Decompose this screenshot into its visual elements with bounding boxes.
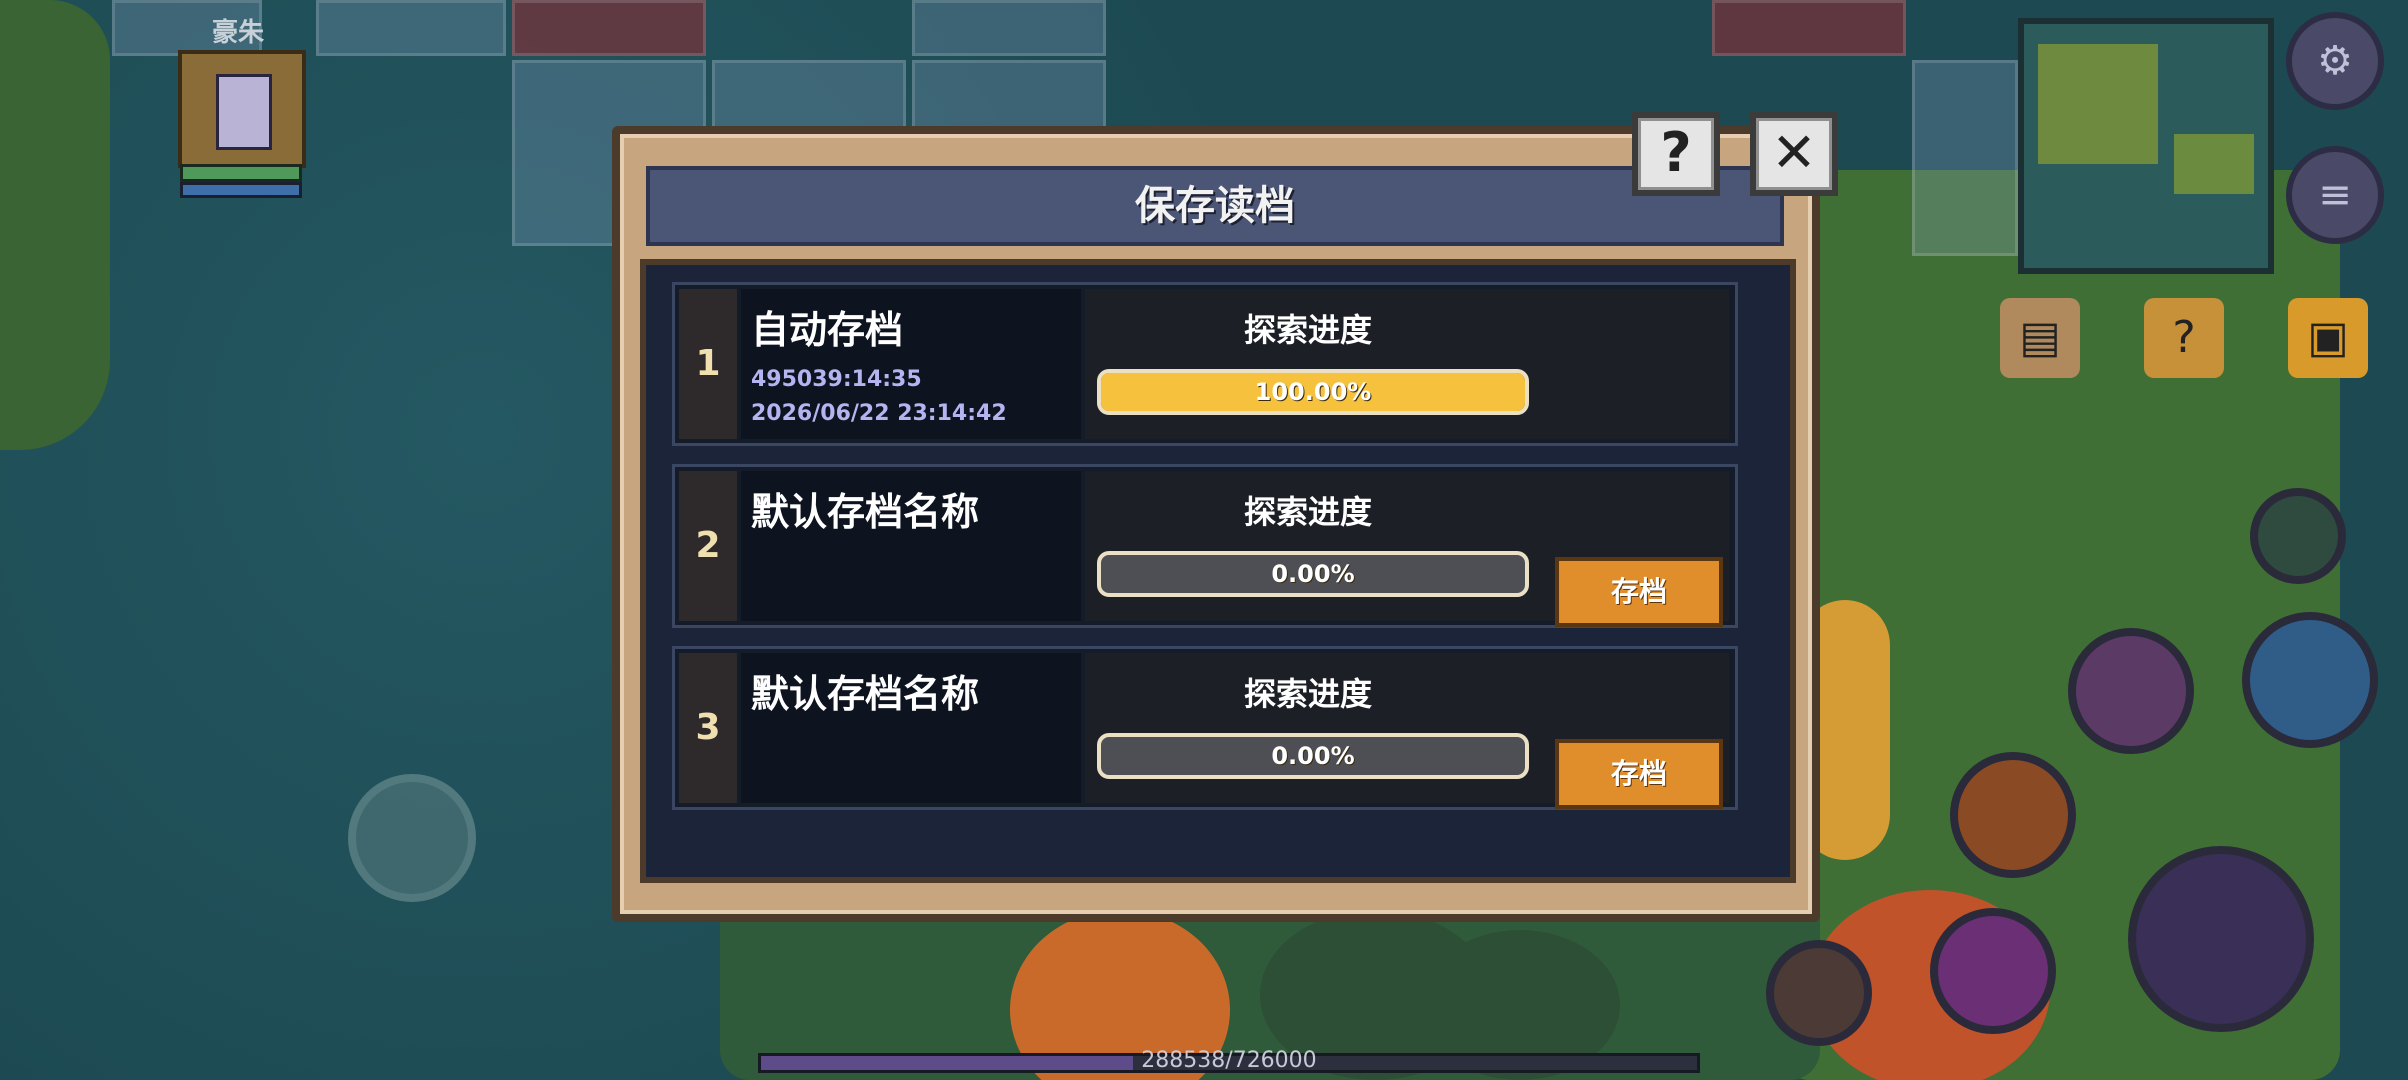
save-slot-2[interactable]: 2 默认存档名称 探索进度 0.00% 存档 <box>672 464 1738 628</box>
tile <box>912 60 1106 136</box>
dialog-title: 保存读档 <box>1135 183 1295 229</box>
progress-text: 0.00% <box>1271 742 1355 770</box>
progress-text: 100.00% <box>1254 378 1372 406</box>
grass-island <box>0 0 110 450</box>
progress-bar: 100.00% <box>1097 369 1529 415</box>
minimap-land <box>2038 44 2158 164</box>
slot-progress-area: 探索进度 0.00% 存档 <box>1085 471 1729 627</box>
experience-text: 288538/726000 <box>1141 1048 1317 1073</box>
help-button[interactable]: ? <box>1632 112 1720 196</box>
slot-info: 默认存档名称 <box>741 653 1081 803</box>
slot-date: 2026/06/22 23:14:42 <box>751 401 1007 426</box>
slot-playtime: 495039:14:35 <box>751 367 922 392</box>
potion-icon[interactable] <box>1766 940 1872 1046</box>
tile <box>1712 0 1906 56</box>
minimap[interactable] <box>2018 18 2274 274</box>
skill-icon[interactable] <box>1950 752 2076 878</box>
progress-label: 探索进度 <box>1243 311 1372 349</box>
tile <box>512 0 706 56</box>
slot-number: 3 <box>679 653 737 803</box>
save-slot-3[interactable]: 3 默认存档名称 探索进度 0.00% 存档 <box>672 646 1738 810</box>
dialog-title-bar: 保存读档 <box>646 166 1784 246</box>
progress-bar: 0.00% <box>1097 551 1529 597</box>
experience-bar: 288538/726000 <box>758 1048 1700 1073</box>
progress-text: 0.00% <box>1271 560 1355 588</box>
attack-button[interactable] <box>2128 846 2314 1032</box>
slot-name: 自动存档 <box>751 308 904 352</box>
player-hp-bar <box>180 164 302 182</box>
slot-progress-area: 探索进度 100.00% <box>1085 289 1729 439</box>
slot-info: 自动存档 495039:14:35 2026/06/22 23:14:42 <box>741 289 1081 439</box>
log-icon[interactable]: ≡ <box>2286 146 2384 244</box>
map-scroll-icon[interactable]: ▤ <box>2000 298 2080 378</box>
player-frame <box>178 50 306 168</box>
player-card[interactable]: 豪朱 <box>158 12 318 198</box>
chest-icon[interactable]: ▣ <box>2288 298 2368 378</box>
save-button[interactable]: 存档 <box>1555 739 1723 809</box>
save-slot-1[interactable]: 1 自动存档 495039:14:35 2026/06/22 23:14:42 … <box>672 282 1738 446</box>
slot-number: 2 <box>679 471 737 621</box>
skill-icon[interactable] <box>2250 488 2346 584</box>
player-mp-bar <box>180 182 302 198</box>
settings-icon[interactable]: ⚙ <box>2286 12 2384 110</box>
player-portrait <box>216 74 272 150</box>
player-name: 豪朱 <box>211 18 264 48</box>
close-button[interactable]: ✕ <box>1750 112 1838 196</box>
skill-icon[interactable] <box>2242 612 2378 748</box>
progress-label: 探索进度 <box>1243 493 1372 531</box>
slot-number: 1 <box>679 289 737 439</box>
minimap-land <box>2174 134 2254 194</box>
tile <box>912 0 1106 56</box>
slot-info: 默认存档名称 <box>741 471 1081 621</box>
slot-name: 默认存档名称 <box>751 672 980 716</box>
tile <box>1912 60 2018 256</box>
progress-label: 探索进度 <box>1243 675 1372 713</box>
slot-progress-area: 探索进度 0.00% 存档 <box>1085 653 1729 809</box>
progress-bar: 0.00% <box>1097 733 1529 779</box>
skill-icon[interactable] <box>2068 628 2194 754</box>
tile <box>712 60 906 136</box>
quest-icon[interactable]: ? <box>2144 298 2224 378</box>
skill-icon[interactable] <box>1930 908 2056 1034</box>
virtual-joystick[interactable] <box>348 774 476 902</box>
tile <box>316 0 506 56</box>
save-button[interactable]: 存档 <box>1555 557 1723 627</box>
slot-name: 默认存档名称 <box>751 490 980 534</box>
